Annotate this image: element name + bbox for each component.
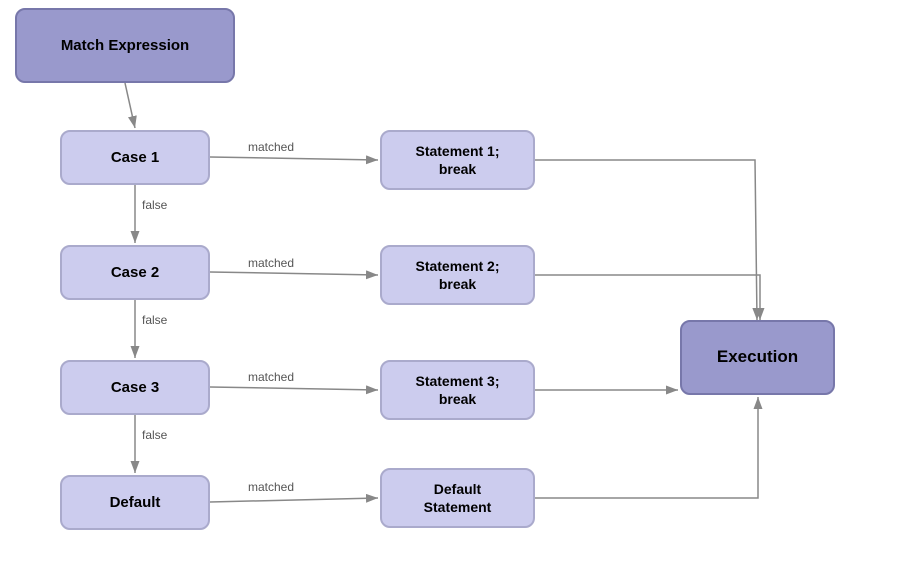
- false3-label: false: [142, 428, 167, 442]
- case2-node: Case 2: [60, 245, 210, 300]
- matched3-label: matched: [248, 370, 294, 384]
- default-stmt-node: Default Statement: [380, 468, 535, 528]
- false1-label: false: [142, 198, 167, 212]
- execution-node: Execution: [680, 320, 835, 395]
- default-node: Default: [60, 475, 210, 530]
- case3-node: Case 3: [60, 360, 210, 415]
- matched2-label: matched: [248, 256, 294, 270]
- diagram: Match Expression Case 1 Case 2 Case 3 De…: [0, 0, 900, 570]
- stmt3-node: Statement 3; break: [380, 360, 535, 420]
- matched1-label: matched: [248, 140, 294, 154]
- matched4-label: matched: [248, 480, 294, 494]
- case1-node: Case 1: [60, 130, 210, 185]
- match-expression-node: Match Expression: [15, 8, 235, 83]
- false2-label: false: [142, 313, 167, 327]
- stmt1-node: Statement 1; break: [380, 130, 535, 190]
- stmt2-node: Statement 2; break: [380, 245, 535, 305]
